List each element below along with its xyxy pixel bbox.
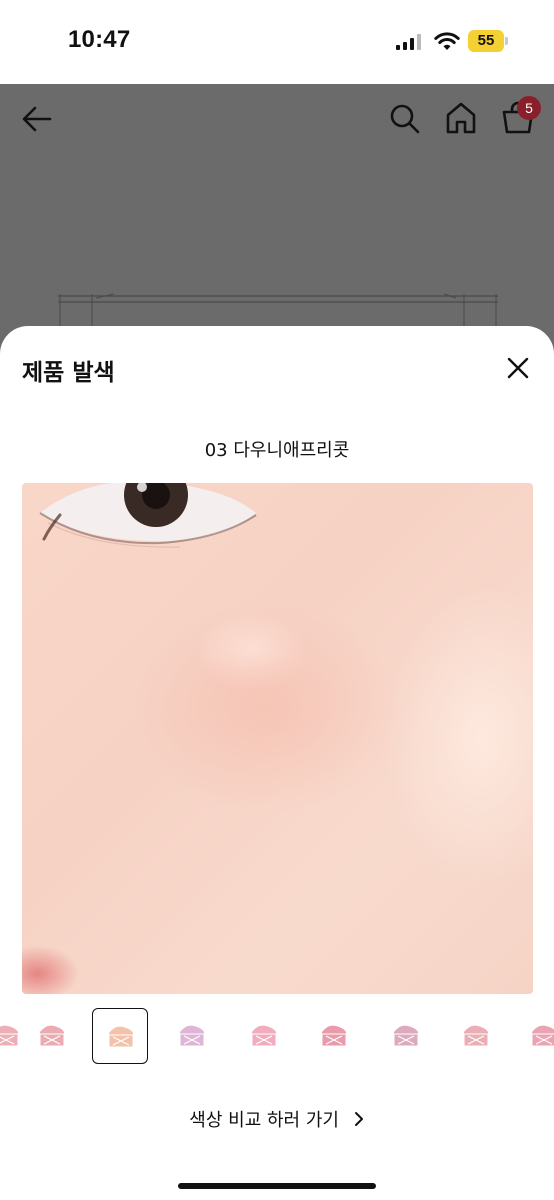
back-arrow-icon[interactable] [20, 102, 54, 136]
shade-thumbnail[interactable] [306, 1008, 362, 1064]
battery-icon: 55 [468, 30, 508, 52]
shade-thumbnail[interactable] [516, 1008, 554, 1064]
compare-colors-link[interactable]: 색상 비교 하러 가기 [0, 1106, 554, 1132]
cart-count-badge: 5 [517, 96, 541, 120]
shade-thumbnail[interactable] [378, 1008, 434, 1064]
shade-thumbnail-selected[interactable] [92, 1008, 148, 1064]
signal-icon [396, 34, 424, 50]
color-sheet: 제품 발색 03 다우니애프리콧 색상 비교 하러 가기 [0, 326, 554, 1200]
eye-image [39, 483, 257, 548]
shade-swatch-icon [393, 1025, 419, 1047]
battery-level: 55 [477, 32, 495, 49]
shade-swatch-icon [463, 1025, 489, 1047]
shade-swatch-icon [179, 1025, 205, 1047]
shade-thumbnail-strip [0, 1008, 554, 1066]
sheet-title: 제품 발색 [22, 360, 115, 386]
shade-swatch-icon [39, 1025, 65, 1047]
search-icon[interactable] [388, 102, 422, 136]
shade-thumbnail[interactable] [236, 1008, 292, 1064]
shade-swatch-icon [0, 1025, 19, 1047]
status-time: 10:47 [68, 26, 131, 53]
shade-name: 03 다우니애프리콧 [204, 440, 350, 461]
shade-swatch-icon [251, 1025, 277, 1047]
wifi-icon [434, 32, 460, 50]
swatch-photo [22, 483, 533, 994]
shade-thumbnail[interactable] [448, 1008, 504, 1064]
shade-swatch-icon [108, 1026, 134, 1048]
close-icon[interactable] [500, 350, 536, 386]
shade-swatch-icon [321, 1025, 347, 1047]
chevron-right-icon [354, 1112, 363, 1126]
shade-thumbnail[interactable] [24, 1008, 80, 1064]
home-icon[interactable] [444, 100, 478, 136]
compare-colors-label: 색상 비교 하러 가기 [189, 1110, 339, 1131]
status-bar: 10:47 55 [0, 0, 554, 84]
shade-thumbnail[interactable] [164, 1008, 220, 1064]
home-indicator [178, 1183, 376, 1189]
shade-swatch-icon [531, 1025, 554, 1047]
